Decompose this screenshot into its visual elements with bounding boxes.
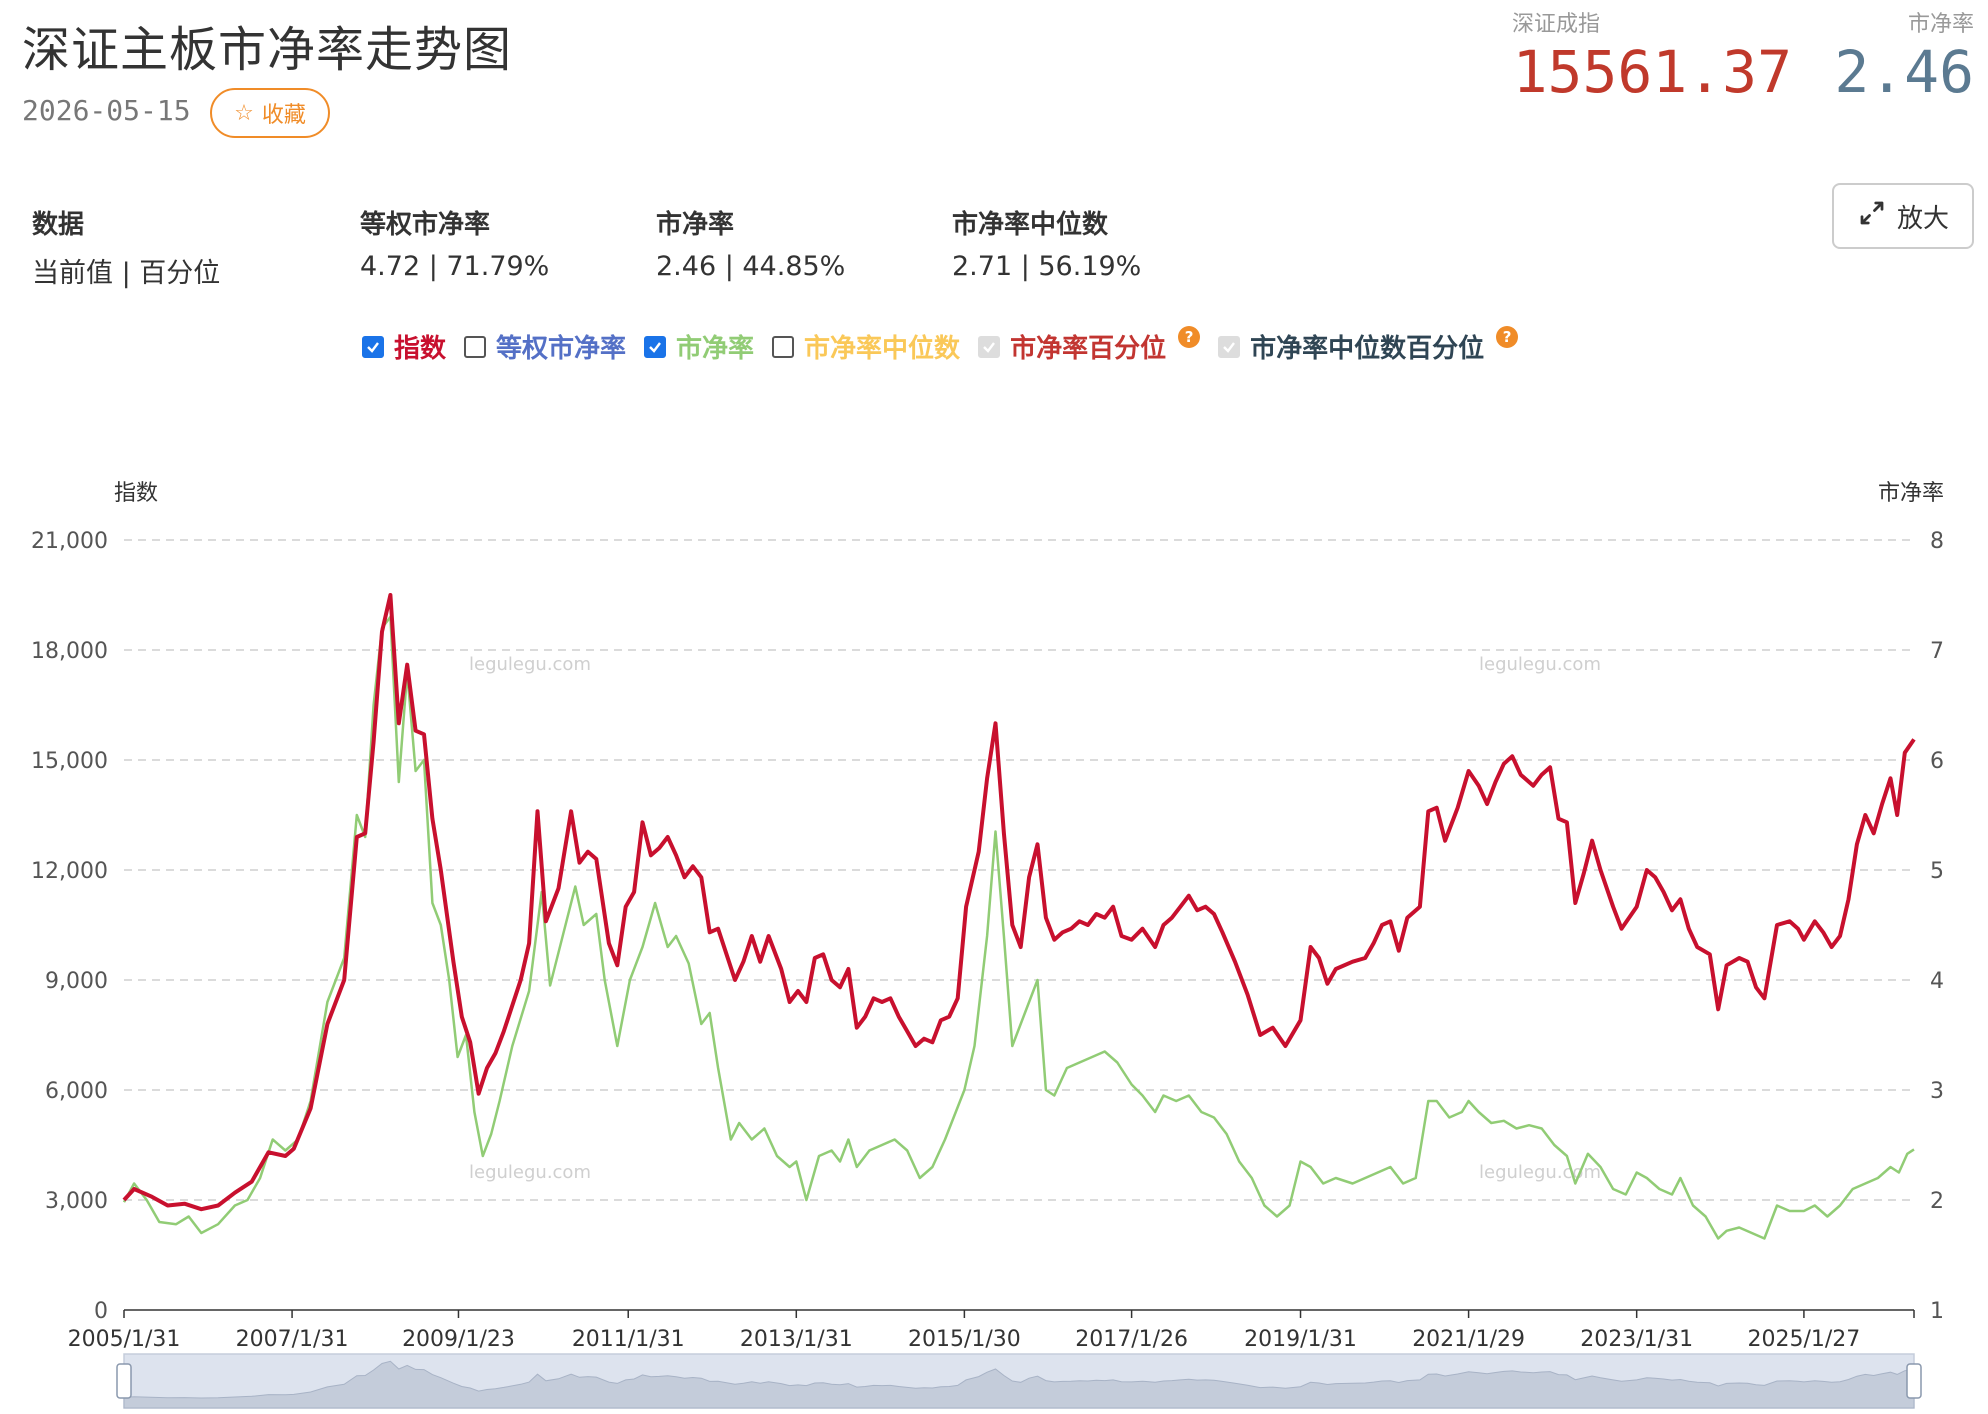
y-left-tick-label: 12,000 (31, 859, 108, 884)
y-left-axis-title: 指数 (114, 481, 158, 506)
legend-item[interactable]: 市净率中位数百分位? (1218, 325, 1519, 365)
legend-label: 市净率 (676, 334, 755, 364)
index-name-label: 深证成指 (1511, 12, 1600, 37)
expand-icon (1857, 198, 1887, 235)
y-left-tick-label: 9,000 (45, 969, 108, 994)
legend-label: 市净率中位数 (804, 334, 961, 364)
x-tick-label: 2015/1/30 (908, 1327, 1021, 1352)
stat-value: 2.71 | 56.19% (952, 251, 1142, 282)
data-date: 2026-05-15 (22, 94, 191, 127)
y-left-tick-label: 21,000 (31, 529, 108, 554)
stat-value: 当前值 | 百分位 (32, 258, 221, 289)
legend-checkbox[interactable] (464, 335, 487, 358)
pb-trend-chart: 0 3,000 6,000 9,000 12,000 15,000 18,000 21,000… (31, 481, 1944, 1409)
y-left-tick-label: 0 (94, 1299, 108, 1324)
y-right-tick-label: 8 (1930, 529, 1944, 554)
stat-column-pb: 市净率 2.46 | 44.85% (656, 204, 845, 282)
y-right-tick-label: 5 (1930, 859, 1944, 884)
x-tick-label: 2025/1/27 (1748, 1327, 1861, 1352)
y-right-axis-title: 市净率 (1878, 481, 1944, 506)
legend-label: 市净率中位数百分位 (1250, 334, 1485, 364)
y-left-tick-label: 3,000 (45, 1189, 108, 1214)
x-tick-label: 2005/1/31 (68, 1327, 181, 1352)
x-tick-label: 2009/1/23 (402, 1327, 515, 1352)
y-left-tick-label: 18,000 (31, 639, 108, 664)
zoom-button[interactable]: 放大 (1832, 183, 1974, 249)
x-tick-label: 2021/1/29 (1412, 1327, 1525, 1352)
help-icon[interactable]: ? (1178, 325, 1201, 348)
watermark: legulegu.com (469, 654, 591, 675)
stat-heading: 市净率中位数 (952, 210, 1109, 240)
pb-name-label: 市净率 (1907, 12, 1974, 37)
x-tick-label: 2007/1/31 (236, 1327, 349, 1352)
y-right-tick-label: 3 (1930, 1079, 1944, 1104)
watermark: legulegu.com (1479, 654, 1601, 675)
favorite-button[interactable]: ☆ 收藏 (210, 88, 330, 138)
legend-checkbox[interactable] (644, 335, 667, 358)
legend-item[interactable]: 等权市净率 (464, 328, 626, 365)
stat-column-equal-weight-pb: 等权市净率 4.72 | 71.79% (360, 204, 549, 282)
series-line-pb (122, 615, 1915, 1240)
stat-column-pb-median: 市净率中位数 2.71 | 56.19% (952, 204, 1141, 282)
x-tick-label: 2023/1/31 (1580, 1327, 1693, 1352)
y-right-tick-label: 2 (1930, 1189, 1944, 1214)
legend-item[interactable]: 市净率中位数 (772, 328, 960, 365)
y-left-tick-label: 6,000 (45, 1079, 108, 1104)
legend-label: 等权市净率 (496, 334, 627, 364)
stat-heading: 数据 (32, 210, 85, 240)
legend-label: 指数 (394, 334, 447, 364)
legend-item[interactable]: 指数 (362, 328, 446, 365)
stat-value: 4.72 | 71.79% (360, 251, 550, 282)
legend-checkbox[interactable] (772, 335, 795, 358)
help-icon[interactable]: ? (1496, 325, 1519, 348)
page-title: 深证主板市净率走势图 (22, 22, 513, 78)
zoom-label: 放大 (1896, 203, 1949, 234)
x-tick-label: 2019/1/31 (1244, 1327, 1357, 1352)
chart-legend: 指数 等权市净率 市净率 市净率中位数 市净率百分位? 市净率中位数百分位? (362, 325, 1519, 365)
legend-item[interactable]: 市净率百分位? (978, 325, 1201, 365)
pb-value: 2.46 (1834, 38, 1974, 106)
x-tick-label: 2011/1/31 (572, 1327, 685, 1352)
favorite-label: 收藏 (261, 103, 306, 128)
legend-checkbox[interactable] (1218, 335, 1241, 358)
y-right-tick-label: 4 (1930, 969, 1944, 994)
legend-label: 市净率百分位 (1010, 334, 1167, 364)
y-right-tick-label: 6 (1930, 749, 1944, 774)
stat-value: 2.46 | 44.85% (656, 251, 846, 282)
watermark: legulegu.com (469, 1162, 591, 1183)
star-icon: ☆ (234, 100, 254, 126)
x-tick-label: 2017/1/26 (1075, 1327, 1188, 1352)
y-left-tick-label: 15,000 (31, 749, 108, 774)
stat-heading: 市净率 (656, 210, 735, 240)
legend-checkbox[interactable] (362, 335, 384, 358)
y-right-tick-label: 7 (1930, 639, 1944, 664)
legend-item[interactable]: 市净率 (644, 328, 754, 365)
stat-column-data: 数据 当前值 | 百分位 (32, 204, 220, 290)
stat-heading: 等权市净率 (360, 210, 491, 240)
index-value: 15561.37 (1512, 38, 1792, 106)
legend-checkbox[interactable] (978, 335, 1001, 358)
zoom-handle-left[interactable] (116, 1363, 132, 1399)
y-right-tick-label: 1 (1930, 1299, 1944, 1324)
zoom-handle-right[interactable] (1906, 1363, 1922, 1399)
series-line-index (122, 593, 1916, 1212)
x-tick-label: 2013/1/31 (740, 1327, 853, 1352)
